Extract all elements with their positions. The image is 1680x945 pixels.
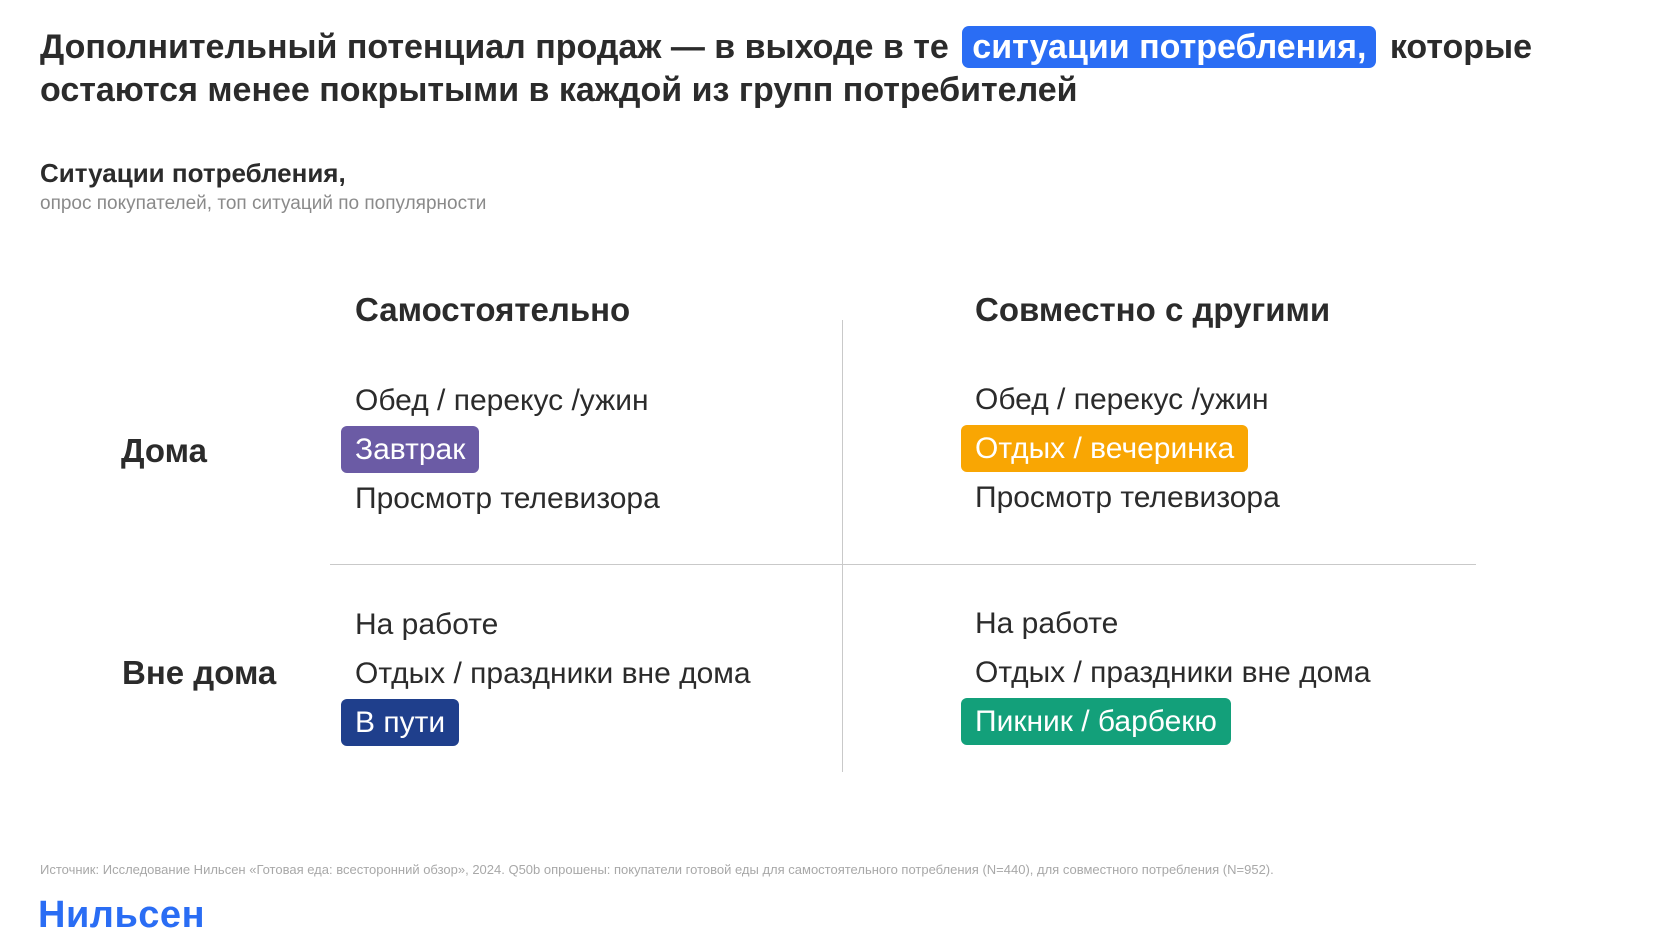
situation-item: Пикник / барбекю	[961, 697, 1371, 746]
page-title: Дополнительный потенциал продаж — в выхо…	[40, 26, 1640, 112]
section-title: Ситуации потребления,	[40, 158, 346, 188]
brand-logo: Нильсен	[38, 894, 206, 936]
row-header-outside: Вне дома	[122, 654, 277, 691]
cell-outside-alone: На работе Отдых / праздники вне дома В п…	[341, 600, 751, 747]
situation-label: Пикник / барбекю	[961, 698, 1231, 745]
situation-label: Просмотр телевизора	[355, 482, 660, 515]
situation-label: Обед / перекус /ужин	[975, 383, 1269, 416]
situation-item: Отдых / праздники вне дома	[975, 648, 1371, 697]
situation-label: Отдых / праздники вне дома	[355, 657, 751, 690]
situation-item: Отдых / вечеринка	[961, 424, 1280, 473]
situation-label: На работе	[355, 608, 499, 641]
situation-item: На работе	[355, 600, 751, 649]
situation-label: Отдых / вечеринка	[961, 425, 1249, 472]
situation-item: На работе	[975, 599, 1371, 648]
situation-item: Обед / перекус /ужин	[975, 375, 1280, 424]
situation-item: Отдых / праздники вне дома	[355, 649, 751, 698]
title-highlight: ситуации потребления,	[962, 26, 1377, 68]
section-caption: опрос покупателей, топ ситуаций по попул…	[40, 193, 487, 214]
column-header-alone: Самостоятельно	[355, 291, 631, 328]
cell-home-alone: Обед / перекус /ужин Завтрак Просмотр те…	[341, 376, 660, 523]
situation-label: Обед / перекус /ужин	[355, 384, 649, 417]
cell-outside-together: На работе Отдых / праздники вне дома Пик…	[961, 599, 1371, 746]
title-part-1: Дополнительный потенциал продаж — в выхо…	[40, 28, 949, 66]
situation-label: Отдых / праздники вне дома	[975, 656, 1371, 689]
situation-label: Просмотр телевизора	[975, 481, 1280, 514]
vertical-divider	[842, 320, 843, 772]
source-note: Источник: Исследование Нильсен «Готовая …	[40, 862, 1274, 877]
cell-home-together: Обед / перекус /ужин Отдых / вечеринка П…	[961, 375, 1280, 522]
horizontal-divider	[330, 564, 1476, 565]
situation-item: В пути	[341, 698, 751, 747]
situation-label: В пути	[341, 699, 460, 746]
situation-label: Завтрак	[341, 426, 480, 473]
situation-item: Завтрак	[341, 425, 660, 474]
situation-item: Просмотр телевизора	[975, 473, 1280, 522]
situation-item: Обед / перекус /ужин	[355, 376, 660, 425]
column-header-together: Совместно с другими	[975, 291, 1331, 328]
situation-item: Просмотр телевизора	[355, 474, 660, 523]
situation-label: На работе	[975, 607, 1119, 640]
row-header-home: Дома	[121, 432, 207, 469]
